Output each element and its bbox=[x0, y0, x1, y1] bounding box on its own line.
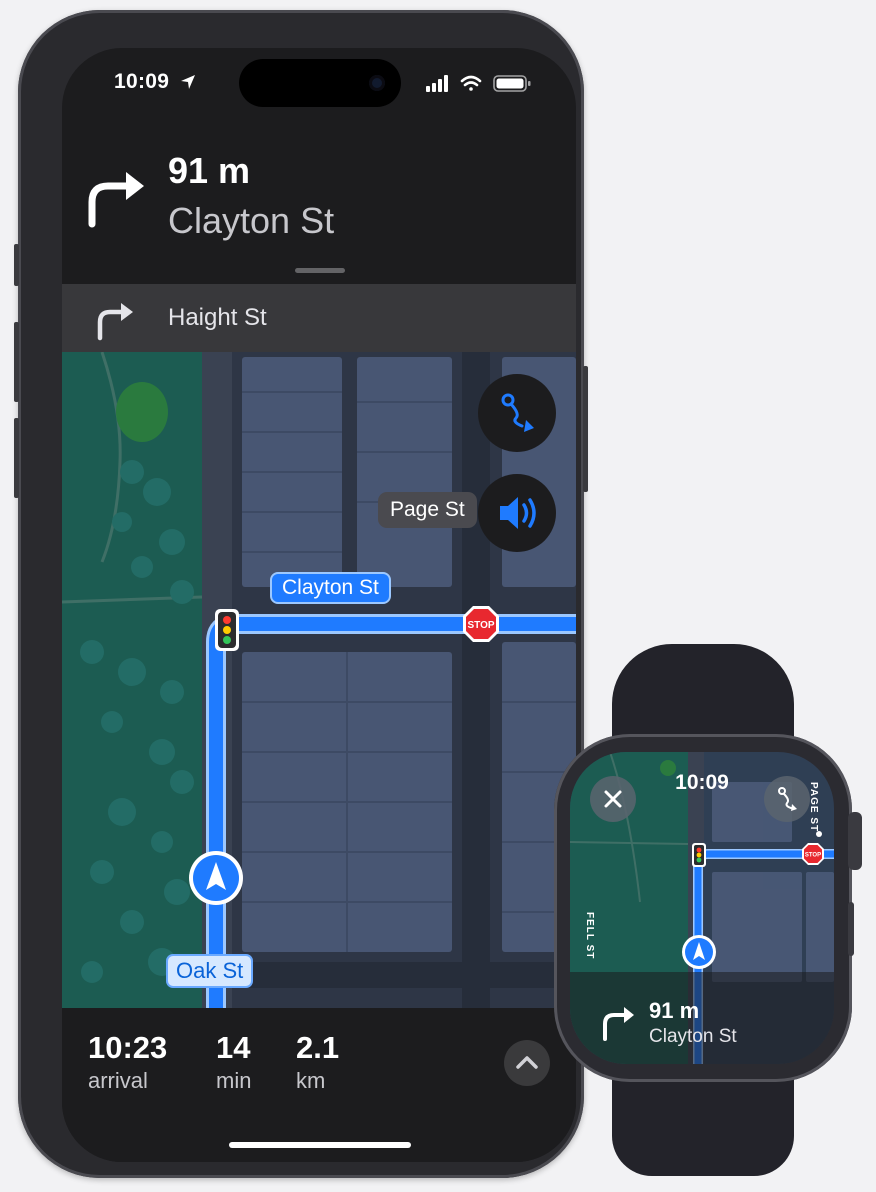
watch-band-top bbox=[612, 644, 794, 748]
traffic-light-icon bbox=[692, 843, 706, 867]
route-overview-icon bbox=[501, 393, 534, 432]
status-bar: 10:09 bbox=[62, 48, 576, 118]
trip-summary-bar[interactable]: 10:23 arrival 14 min 2.1 km bbox=[62, 1008, 576, 1162]
user-location-icon bbox=[682, 935, 716, 969]
turn-right-icon bbox=[97, 303, 133, 341]
duration-label: min bbox=[216, 1068, 252, 1093]
home-indicator[interactable] bbox=[229, 1142, 411, 1148]
route-label-clayton-text: Clayton St bbox=[282, 576, 379, 599]
arrival-stat: 10:23 arrival bbox=[88, 1030, 167, 1094]
phone-screen: STOP Clayton St Oak St Page St 10:09 91 … bbox=[62, 48, 576, 1162]
arrival-value: 10:23 bbox=[88, 1030, 168, 1065]
duration-value: 14 bbox=[216, 1030, 251, 1065]
voice-callout: Page St bbox=[378, 492, 477, 528]
watch-route-overview-button[interactable] bbox=[764, 776, 810, 822]
chevron-up-icon bbox=[516, 1056, 538, 1069]
signal-icon bbox=[426, 75, 448, 92]
distance-value: 2.1 bbox=[296, 1030, 340, 1065]
stop-sign-icon: STOP bbox=[802, 843, 824, 865]
audio-guidance-button[interactable] bbox=[478, 474, 556, 552]
route-overview-icon bbox=[778, 787, 797, 811]
status-icons bbox=[426, 75, 531, 92]
wifi-icon bbox=[460, 75, 482, 91]
maneuver-street: Clayton St bbox=[168, 200, 335, 241]
sheet-grabber[interactable] bbox=[295, 268, 345, 273]
front-camera bbox=[369, 75, 385, 91]
next-maneuver-street: Haight St bbox=[168, 304, 267, 331]
speaker-icon bbox=[500, 497, 536, 529]
watch-maneuver-banner[interactable]: 91 m Clayton St bbox=[570, 972, 834, 1064]
distance-label: km bbox=[296, 1068, 326, 1093]
stop-sign-label: STOP bbox=[467, 620, 494, 631]
street-label-oak: Oak St bbox=[166, 954, 254, 988]
user-location-icon bbox=[189, 851, 243, 905]
close-icon bbox=[604, 790, 622, 808]
turn-right-icon bbox=[603, 1007, 634, 1041]
watch-stop-sign-label: STOP bbox=[805, 853, 821, 859]
watch-screen: STOP FELL ST PAGE ST 10:09 91 m Clayton … bbox=[570, 752, 834, 1064]
duration-stat: 14 min bbox=[216, 1030, 251, 1094]
maneuver-banner[interactable]: 91 m Clayton St bbox=[62, 128, 576, 284]
watch-side-button bbox=[848, 902, 854, 956]
voice-callout-text: Page St bbox=[390, 498, 465, 521]
route-overview-button[interactable] bbox=[478, 374, 556, 452]
watch-maneuver-distance: 91 m bbox=[649, 998, 700, 1023]
dynamic-island bbox=[239, 59, 401, 107]
volume-down-button bbox=[14, 418, 19, 498]
street-label-fell: FELL ST bbox=[584, 912, 595, 960]
side-button bbox=[583, 366, 588, 492]
digital-crown bbox=[848, 812, 862, 870]
traffic-light-icon bbox=[215, 609, 239, 651]
street-label-oak-text: Oak St bbox=[176, 958, 244, 983]
turn-right-icon bbox=[88, 172, 144, 228]
maneuver-distance: 91 m bbox=[168, 150, 251, 191]
action-button bbox=[14, 244, 19, 286]
next-maneuver-bar[interactable]: Haight St bbox=[62, 284, 576, 352]
distance-stat: 2.1 km bbox=[296, 1030, 339, 1094]
volume-up-button bbox=[14, 322, 19, 402]
stop-sign-icon: STOP bbox=[463, 606, 499, 642]
watch-maneuver-street: Clayton St bbox=[649, 1026, 737, 1047]
status-time: 10:09 bbox=[114, 70, 170, 93]
location-arrow-icon bbox=[181, 75, 195, 89]
iphone-device: STOP Clayton St Oak St Page St 10:09 91 … bbox=[14, 10, 588, 1178]
arrival-label: arrival bbox=[88, 1068, 148, 1093]
map-view[interactable]: STOP Clayton St Oak St Page St bbox=[62, 352, 576, 1008]
expand-trip-button[interactable] bbox=[504, 1040, 550, 1086]
battery-icon bbox=[493, 75, 531, 92]
route-label-clayton: Clayton St bbox=[270, 572, 391, 604]
watch-band-bottom bbox=[612, 1068, 794, 1176]
end-route-button[interactable] bbox=[590, 776, 636, 822]
